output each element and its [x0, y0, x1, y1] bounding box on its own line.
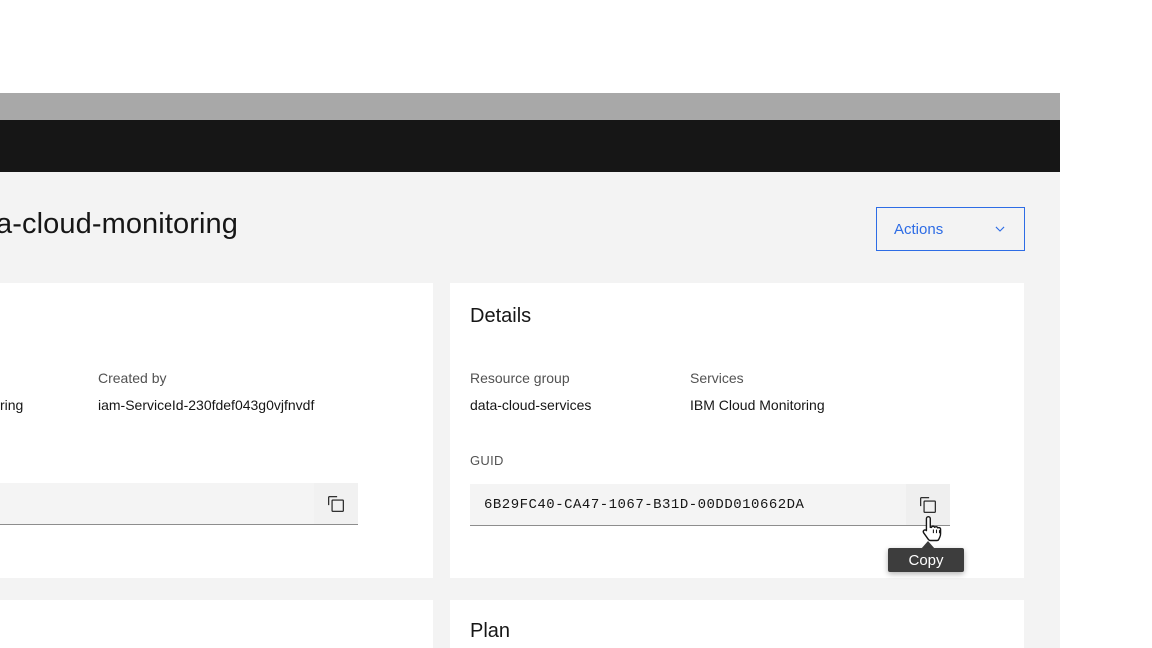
created-by-label: Created by	[98, 370, 167, 386]
guid-label: GUID	[470, 453, 504, 468]
bottom-left-card	[0, 600, 433, 648]
overview-copy-button[interactable]	[314, 483, 358, 524]
overview-card: ring Created by iam-ServiceId-230fdef043…	[0, 283, 433, 578]
resource-group-label: Resource group	[470, 370, 570, 386]
guid-copy-field: 6B29FC40-CA47-1067-B31D-00DD010662DA	[470, 484, 950, 526]
page-content: a-cloud-monitoring Actions ring Created …	[0, 172, 1060, 648]
details-card: Details Resource group data-cloud-servic…	[450, 283, 1024, 578]
copy-tooltip: Copy	[888, 548, 964, 572]
guid-field-box[interactable]: 6B29FC40-CA47-1067-B31D-00DD010662DA	[470, 484, 906, 525]
copy-tooltip-label: Copy	[908, 551, 944, 569]
services-value: IBM Cloud Monitoring	[690, 397, 825, 413]
page-title: a-cloud-monitoring	[0, 208, 238, 240]
services-label: Services	[690, 370, 744, 386]
copy-icon	[327, 495, 345, 513]
created-by-value: iam-ServiceId-230fdef043g0vjfnvdf	[98, 397, 315, 413]
overview-copy-field-box[interactable]	[0, 483, 314, 524]
plan-card: Plan	[450, 600, 1024, 648]
actions-button[interactable]: Actions	[876, 207, 1025, 251]
overview-copy-field	[0, 483, 358, 525]
browser-window: a-cloud-monitoring Actions ring Created …	[0, 93, 1060, 648]
actions-button-label: Actions	[894, 220, 944, 238]
window-titlebar	[0, 93, 1060, 120]
top-navigation-bar	[0, 120, 1060, 172]
copy-icon	[919, 496, 937, 514]
screenshot-root: a-cloud-monitoring Actions ring Created …	[0, 0, 1152, 648]
guid-value: 6B29FC40-CA47-1067-B31D-00DD010662DA	[484, 496, 805, 513]
plan-card-title: Plan	[470, 620, 511, 642]
chevron-down-icon	[993, 222, 1007, 236]
overview-truncated-value: ring	[0, 397, 24, 413]
details-card-title: Details	[470, 305, 532, 327]
resource-group-value: data-cloud-services	[470, 397, 592, 413]
